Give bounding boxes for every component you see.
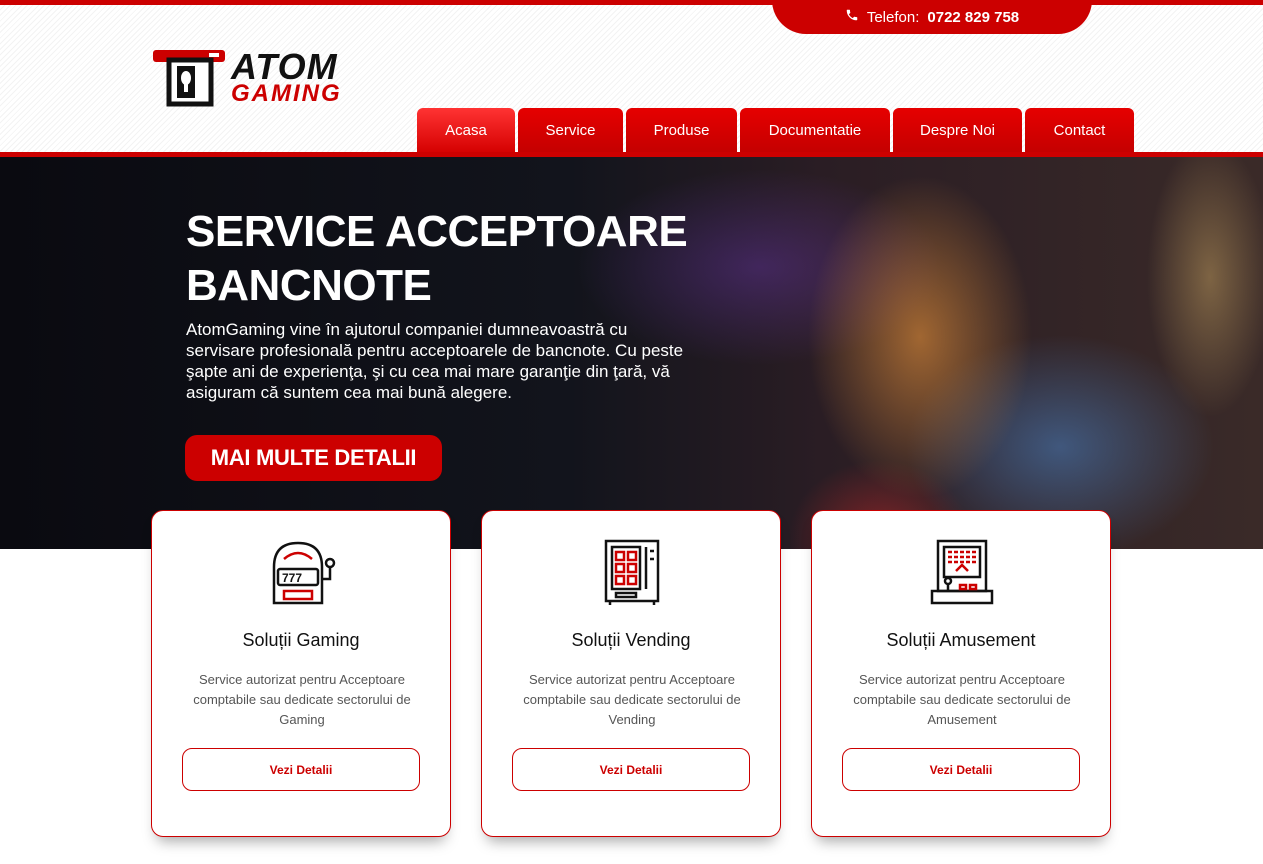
nav-label: Despre Noi (919, 122, 996, 139)
phone-tab[interactable]: Telefon: 0722 829 758 (772, 0, 1092, 34)
hero-banner: SERVICE ACCEPTOARE BANCNOTE AtomGaming v… (0, 157, 1263, 549)
card-title: Soluții Gaming (242, 630, 360, 650)
vending-machine-icon (598, 539, 666, 607)
atm-logo-icon (153, 50, 225, 107)
nav-label: Contact (1053, 122, 1106, 139)
nav-item-service[interactable]: Service (518, 108, 623, 153)
nav-label: Service (545, 122, 596, 139)
nav-item-contact[interactable]: Contact (1025, 108, 1134, 153)
nav-item-acasa[interactable]: Acasa (417, 108, 515, 153)
card-title: Soluții Amusement (886, 630, 1036, 650)
nav-label: Acasa (445, 122, 487, 139)
phone-number[interactable]: 0722 829 758 (927, 9, 1019, 26)
nav-item-documentatie[interactable]: Documentatie (740, 108, 890, 153)
more-details-button[interactable]: MAI MULTE DETALII (185, 435, 442, 481)
phone-label: Telefon: (866, 8, 920, 26)
card-text: Service autorizat pentru Acceptoare comp… (523, 672, 741, 727)
hero-title-line2: BANCNOTE (186, 261, 432, 310)
hero-title-line1: SERVICE ACCEPTOARE (186, 207, 688, 256)
card-text: Service autorizat pentru Acceptoare comp… (853, 672, 1071, 727)
arcade-machine-icon (928, 539, 996, 607)
card-gaming: 777 Soluții Gaming Service autorizat pen… (151, 510, 451, 837)
phone-icon (845, 8, 859, 26)
nav-label: Documentatie (768, 122, 862, 139)
card-text: Service autorizat pentru Acceptoare comp… (193, 672, 411, 727)
site-logo[interactable]: ATOM GAMING (153, 46, 403, 108)
slot-machine-icon: 777 (268, 539, 336, 607)
hero-title: SERVICE ACCEPTOARE BANCNOTE (186, 205, 706, 313)
view-details-button[interactable]: Vezi Detalii (182, 748, 420, 791)
hero-description: AtomGaming vine în ajutorul companiei du… (186, 320, 684, 402)
view-details-button[interactable]: Vezi Detalii (842, 748, 1080, 791)
card-title: Soluții Vending (571, 630, 691, 650)
svg-text:777: 777 (282, 571, 302, 585)
card-vending: Soluții Vending Service autorizat pentru… (481, 510, 781, 837)
main-nav: Acasa Service Produse Documentatie Despr… (417, 108, 1134, 153)
nav-item-produse[interactable]: Produse (626, 108, 737, 153)
nav-label: Produse (653, 122, 710, 139)
nav-item-despre-noi[interactable]: Despre Noi (893, 108, 1022, 153)
view-details-button[interactable]: Vezi Detalii (512, 748, 750, 791)
card-amusement: Soluții Amusement Service autorizat pent… (811, 510, 1111, 837)
svg-text:GAMING: GAMING (231, 80, 342, 107)
